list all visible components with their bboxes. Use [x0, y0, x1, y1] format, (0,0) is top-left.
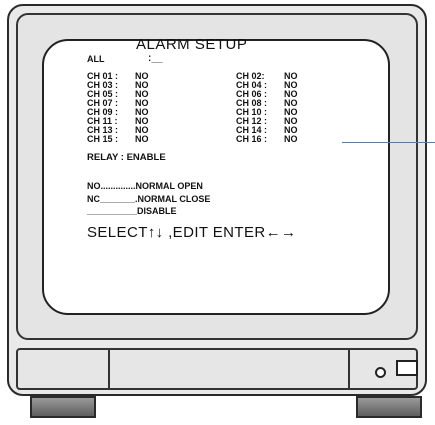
monitor-housing	[7, 4, 427, 396]
channel-grid: CH 01 : NO CH 02: NO CH 03 : NO CH 04 : NO C…	[87, 72, 298, 144]
all-channels-label: ALL	[87, 54, 105, 64]
channel-setting[interactable]: CH 15 : NO	[87, 135, 149, 144]
channel-label: CH 16 :	[236, 134, 268, 144]
legend-normal-close: NC_______.NORMAL CLOSE	[87, 194, 211, 204]
channel-label: CH 15 :	[87, 134, 119, 144]
channel-value: NO	[284, 134, 298, 144]
base-divider	[108, 350, 110, 388]
power-button[interactable]	[396, 360, 418, 376]
monitor-foot-left	[30, 396, 96, 418]
all-channels-value[interactable]: :__	[148, 53, 162, 64]
channel-row: CH 15 : NO CH 16 : NO	[87, 135, 298, 144]
monitor-base-panel	[16, 348, 418, 390]
screen-bezel	[16, 13, 418, 340]
legend-normal-open: NO..............NORMAL OPEN	[87, 181, 203, 191]
power-led-icon	[375, 367, 386, 378]
osd-title: ALARM SETUP	[136, 36, 248, 53]
channel-value: NO	[135, 134, 149, 144]
relay-setting[interactable]: RELAY : ENABLE	[87, 152, 166, 163]
channel-setting[interactable]: CH 16 : NO	[236, 135, 298, 144]
monitor-foot-right	[356, 396, 422, 418]
legend-disable: __________DISABLE	[87, 206, 177, 216]
base-divider	[348, 350, 350, 388]
navigation-hint: SELECT↑↓ ,EDIT ENTER←→	[87, 224, 297, 241]
callout-pointer-line	[342, 142, 435, 143]
